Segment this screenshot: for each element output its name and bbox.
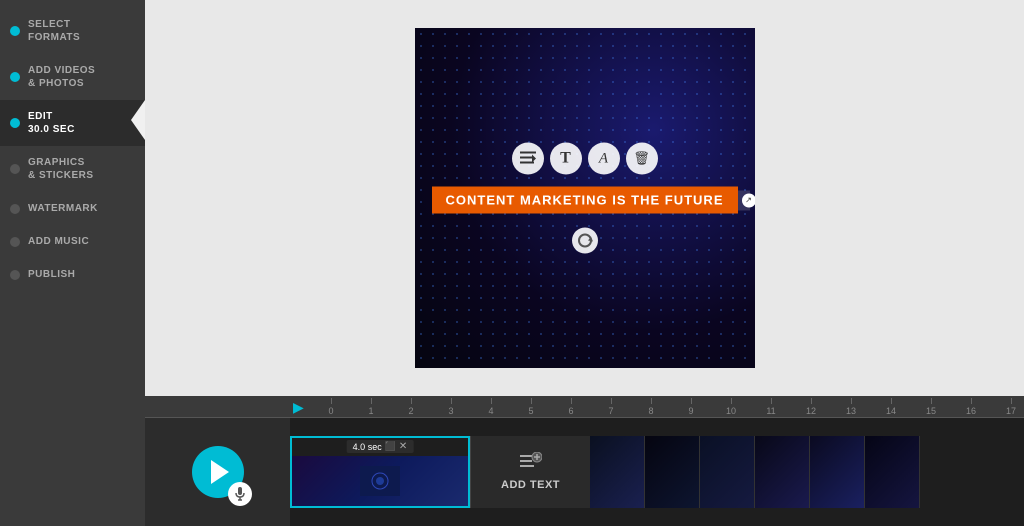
ruler-mark-9: 9: [671, 398, 711, 416]
sidebar-item-edit[interactable]: EDIT 30.0 sec: [0, 100, 145, 146]
sidebar-item-add-videos[interactable]: ADD VIDEOS & PHOTOS: [0, 54, 145, 100]
thumb-tech-svg: [360, 466, 400, 496]
extra-clip-5: [810, 436, 865, 508]
ruler-mark-17: 17: [991, 398, 1024, 416]
extra-clip-2: [645, 436, 700, 508]
ruler-mark-4: 4: [471, 398, 511, 416]
delete-button[interactable]: 🗑: [626, 143, 658, 175]
sidebar-label-edit: EDIT 30.0 sec: [28, 110, 75, 136]
more-clips: [590, 436, 920, 508]
play-button-container: [192, 446, 244, 498]
sidebar-label-watermark: WATERMARK: [28, 202, 98, 215]
add-text-icon: [520, 452, 542, 474]
timeline-tracks: 4.0 sec ⬛ ✕: [145, 418, 1024, 526]
clip-screen-icon: ⬛: [385, 441, 396, 452]
main-layout: SELECT FORMATS ADD VIDEOS & PHOTOS EDIT …: [0, 0, 1024, 526]
align-button[interactable]: [512, 143, 544, 175]
ruler-mark-13: 13: [831, 398, 871, 416]
sidebar-label-publish: PUBLISH: [28, 268, 75, 281]
text-size-button[interactable]: T: [550, 143, 582, 175]
rotate-handle[interactable]: [572, 228, 598, 254]
extra-clip-3: [700, 436, 755, 508]
sidebar-dot-active: [10, 118, 20, 128]
text-size-icon: T: [560, 150, 571, 168]
align-icon: [520, 152, 536, 166]
ruler-marks: 0 1 2 3 4 5 6 7 8 9 10 11 12 13 14 15 16: [293, 398, 1024, 416]
ruler-mark-11: 11: [751, 398, 791, 416]
clip-duration: 4.0 sec: [353, 442, 382, 452]
ruler-mark-10: 10: [711, 398, 751, 416]
clip-close-button[interactable]: ✕: [399, 441, 407, 452]
rotate-icon: [577, 233, 593, 249]
ruler-mark-14: 14: [871, 398, 911, 416]
ruler-mark-3: 3: [431, 398, 471, 416]
ruler-mark-6: 6: [551, 398, 591, 416]
add-text-button[interactable]: ADD TEXT: [470, 436, 590, 508]
ruler-mark-1: 1: [351, 398, 391, 416]
ruler-mark-7: 7: [591, 398, 631, 416]
sidebar-dot: [10, 72, 20, 82]
sidebar-item-graphics[interactable]: GRAPHICS & STICKERS: [0, 146, 145, 192]
sidebar-item-select-formats[interactable]: SELECT FORMATS: [0, 8, 145, 54]
sidebar-dot: [10, 164, 20, 174]
font-button[interactable]: A: [588, 143, 620, 175]
add-text-label: ADD TEXT: [501, 478, 560, 492]
ruler-play-icon[interactable]: ▶: [293, 399, 304, 416]
sidebar-label-graphics: GRAPHICS & STICKERS: [28, 156, 94, 182]
timeline-ruler: ▶ 0 1 2 3 4 5 6 7 8 9 10 11 12 13 14: [145, 396, 1024, 418]
sidebar: SELECT FORMATS ADD VIDEOS & PHOTOS EDIT …: [0, 0, 145, 526]
clip-thumb-1: [292, 456, 468, 506]
ruler-mark-2: 2: [391, 398, 431, 416]
text-overlay[interactable]: T A 🗑 CONTENT MARKETING IS THE FUTURE: [432, 143, 738, 254]
canvas-area: T A 🗑 CONTENT MARKETING IS THE FUTURE: [145, 0, 1024, 396]
delete-icon: 🗑: [633, 151, 650, 167]
mic-icon: [235, 487, 245, 501]
sidebar-dot: [10, 26, 20, 36]
video-clip[interactable]: 4.0 sec ⬛ ✕: [290, 436, 470, 508]
timeline-section: ▶ 0 1 2 3 4 5 6 7 8 9 10 11 12 13 14: [145, 396, 1024, 526]
timeline-track-area: 4.0 sec ⬛ ✕: [290, 418, 1024, 526]
clip-container: 4.0 sec ⬛ ✕: [290, 436, 920, 508]
sidebar-dot: [10, 270, 20, 280]
font-icon: A: [599, 150, 608, 167]
ruler-mark-12: 12: [791, 398, 831, 416]
ruler-mark-16: 16: [951, 398, 991, 416]
ruler-mark-0: 0: [311, 398, 351, 416]
ruler-mark-5: 5: [511, 398, 551, 416]
clip-label: 4.0 sec ⬛ ✕: [347, 440, 414, 453]
sidebar-item-add-music[interactable]: ADD MUSIC: [0, 225, 145, 258]
resize-handle[interactable]: ↗: [742, 193, 755, 207]
thumb-face-svg: [468, 456, 470, 486]
canvas-preview: T A 🗑 CONTENT MARKETING IS THE FUTURE: [415, 28, 755, 368]
mic-button[interactable]: [228, 482, 252, 506]
sidebar-item-publish[interactable]: PUBLISH: [0, 258, 145, 291]
text-banner-wrapper: CONTENT MARKETING IS THE FUTURE ↗: [432, 187, 738, 214]
content-area: T A 🗑 CONTENT MARKETING IS THE FUTURE: [145, 0, 1024, 526]
sidebar-dot: [10, 237, 20, 247]
banner-text: CONTENT MARKETING IS THE FUTURE: [446, 193, 724, 208]
sidebar-label-add-videos: ADD VIDEOS & PHOTOS: [28, 64, 95, 90]
ruler-mark-8: 8: [631, 398, 671, 416]
sidebar-label-select-formats: SELECT FORMATS: [28, 18, 80, 44]
text-banner[interactable]: CONTENT MARKETING IS THE FUTURE: [432, 187, 738, 214]
extra-clip-4: [755, 436, 810, 508]
text-toolbar: T A 🗑: [512, 143, 658, 175]
ruler-mark-15: 15: [911, 398, 951, 416]
extra-clip-6: [865, 436, 920, 508]
sidebar-label-add-music: ADD MUSIC: [28, 235, 89, 248]
sidebar-dot: [10, 204, 20, 214]
timeline-left-controls: [145, 418, 290, 526]
sidebar-item-watermark[interactable]: WATERMARK: [0, 192, 145, 225]
clip-thumb-2: [468, 456, 470, 508]
extra-clip-1: [590, 436, 645, 508]
